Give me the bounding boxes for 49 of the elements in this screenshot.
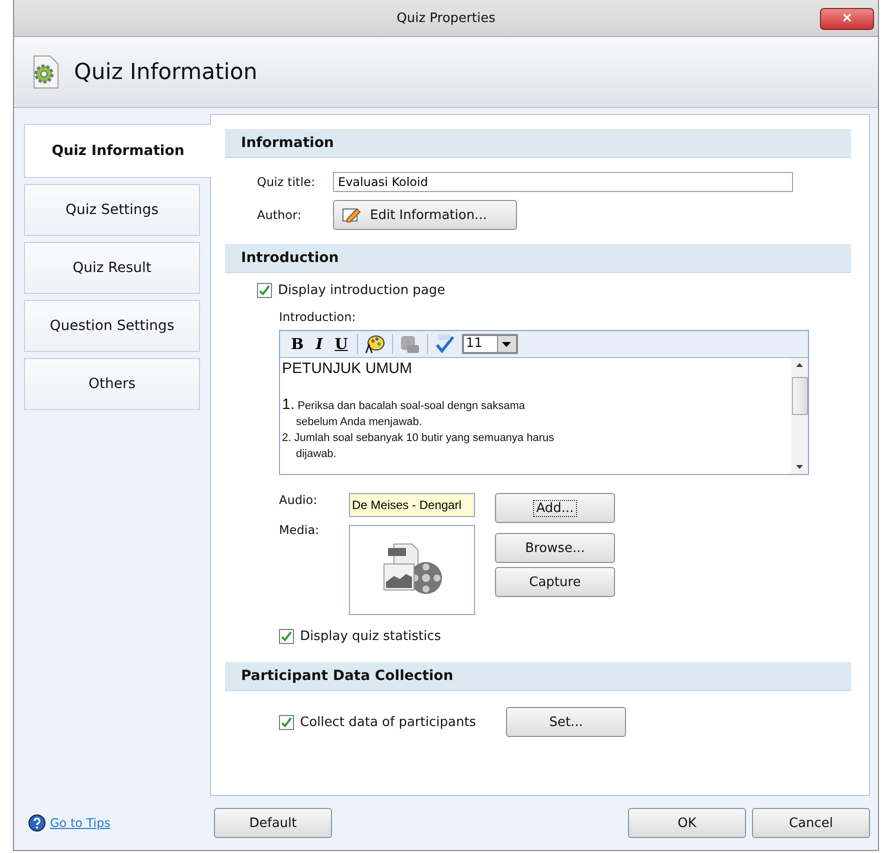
checkbox[interactable]: [257, 283, 272, 298]
caret-icon: [502, 342, 512, 346]
checkbox[interactable]: [279, 714, 294, 730]
cancel-button[interactable]: Cancel: [752, 808, 870, 838]
section-header: Introduction: [225, 244, 851, 273]
editor-heading: PETUNJUK UMUM: [282, 360, 413, 377]
section-header: Participant Data Collection: [225, 662, 851, 691]
scroll-up-icon[interactable]: [796, 363, 803, 367]
sidebar-tab[interactable]: Quiz Information: [24, 124, 211, 178]
instruction-item: 2. Jumlah soal sebanyak 10 butir yang semuanya harus dijawab.: [282, 431, 556, 462]
checkbox[interactable]: [279, 629, 294, 644]
field-label: Introduction:: [279, 310, 357, 324]
window-title: Quiz Properties: [396, 10, 496, 26]
rich-text-editor[interactable]: B I U 11 PETUNJUK UMUM 1. Periksa dan bacalah soal-soal dengn saksama sebelum Anda menjawab. 2. Jumlah soal sebanyak 10 butir yang semuanya harus dijawab.: [279, 330, 809, 475]
sidebar-tab[interactable]: Others: [24, 358, 200, 410]
field-label: Author:: [257, 208, 302, 222]
page-title: Quiz Information: [74, 60, 258, 84]
default-button[interactable]: Default: [214, 808, 332, 838]
italic-button[interactable]: I: [312, 335, 326, 353]
image-icon[interactable]: [398, 334, 421, 354]
section-header: Information: [225, 129, 851, 158]
checkbox-label: Collect data of participants: [300, 714, 476, 730]
set-button[interactable]: Set...: [506, 707, 626, 737]
edit-information-button[interactable]: Edit Information...: [333, 200, 517, 230]
help-icon[interactable]: [28, 814, 46, 832]
browse-button[interactable]: Browse...: [495, 533, 615, 563]
tips-link[interactable]: Go to Tips: [50, 816, 110, 830]
audio-field[interactable]: De Meises - Dengarl: [349, 493, 475, 517]
add-button[interactable]: Add...: [495, 493, 615, 523]
scrollbar[interactable]: [791, 358, 808, 474]
palette-icon[interactable]: [364, 334, 386, 354]
font-size-dropdown[interactable]: 11: [462, 334, 518, 354]
scroll-down-icon[interactable]: [796, 465, 803, 469]
bold-button[interactable]: B: [288, 335, 307, 353]
spell-check-icon[interactable]: [434, 334, 456, 354]
checkbox-label: Display introduction page: [278, 283, 446, 298]
quiz-title-field[interactable]: Evaluasi Koloid: [333, 172, 793, 192]
sidebar-tab[interactable]: Quiz Settings: [24, 184, 200, 236]
instruction-item: 1. Periksa dan bacalah soal-soal dengn saksama sebelum Anda menjawab.: [282, 397, 526, 430]
sidebar-tab[interactable]: Quiz Result: [24, 242, 200, 294]
underline-button[interactable]: U: [332, 335, 351, 353]
capture-button[interactable]: Capture: [495, 567, 615, 597]
field-label: Audio:: [279, 493, 318, 507]
pencil-icon: [342, 207, 362, 223]
sidebar-tab[interactable]: Question Settings: [24, 300, 200, 352]
field-label: Quiz title:: [257, 175, 316, 189]
checkbox-label: Display quiz statistics: [300, 629, 442, 644]
ok-button[interactable]: OK: [628, 808, 746, 838]
field-label: Media:: [279, 523, 320, 537]
